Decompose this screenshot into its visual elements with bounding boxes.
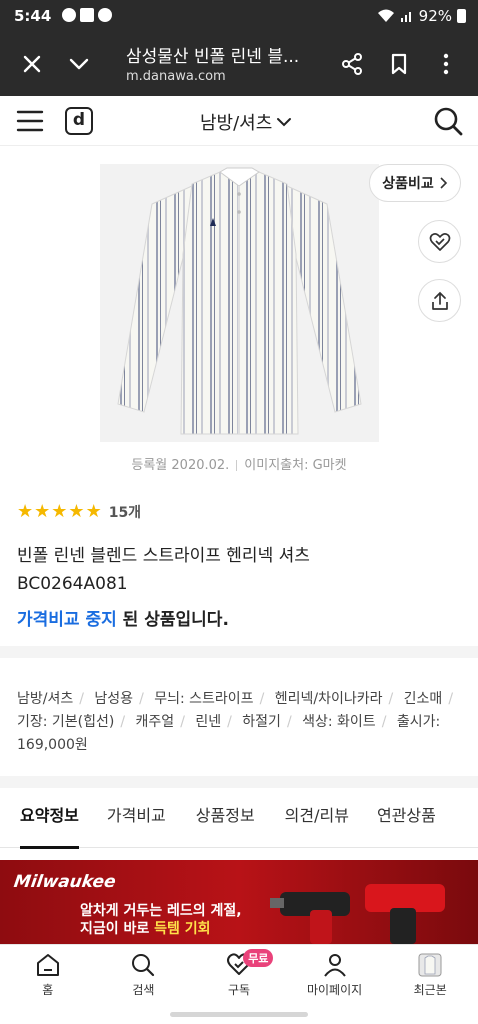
tab-related[interactable]: 연관상품 (377, 790, 436, 848)
image-source: 이미지출처: G마켓 (244, 458, 347, 473)
spec-list: 남방/셔츠 / 남성용 / 무늬: 스트라이프 / 헨리넥/차이나카라 / 긴소매 / 기… (17, 691, 454, 753)
nav-mypage[interactable]: 마이페이지 (287, 945, 383, 1004)
category-label: 남방/셔츠 (200, 113, 273, 134)
spec-item: 헨리넥/차이나카라 (274, 691, 383, 707)
spec-item: 하절기 (242, 714, 281, 730)
image-meta: 등록월 2020.02. 이미지출처: G마켓 (0, 454, 478, 473)
bottom-navigation: 홈 검색 무료 구독 마이페이지 최근본 (0, 944, 478, 1004)
tab-summary[interactable]: 요약정보 (20, 790, 79, 849)
search-icon (132, 954, 155, 977)
compare-label: 상품비교 (382, 176, 434, 192)
wishlist-button[interactable] (418, 220, 461, 263)
tab-price-compare[interactable]: 가격비교 (107, 790, 166, 848)
status-bar: 5:44 92% (0, 0, 478, 32)
more-vertical-icon[interactable] (432, 50, 460, 78)
rating[interactable]: ★ ★ ★ ★ ★ 15개 (17, 502, 141, 522)
nav-recent-label: 최근본 (413, 983, 447, 997)
star-icon: ★ (85, 501, 102, 522)
notification-icons (62, 8, 112, 22)
battery-percent: 92% (418, 7, 452, 25)
spec-item: 무늬: 스트라이프 (154, 691, 254, 707)
recent-thumbnail-icon (418, 953, 442, 977)
product-compare-button[interactable]: 상품비교 (369, 164, 461, 202)
product-image[interactable] (100, 164, 379, 442)
chevron-right-icon (440, 177, 447, 189)
product-model: BC0264A081 (17, 574, 128, 594)
tab-reviews[interactable]: 의견/리뷰 (285, 790, 349, 848)
home-icon (36, 954, 59, 976)
home-indicator[interactable] (170, 1012, 308, 1017)
pay-icon (98, 8, 112, 22)
search-icon[interactable] (432, 104, 464, 138)
product-name-line1: 빈폴 린넨 블렌드 스트라이프 헨리넥 셔츠 (17, 546, 310, 566)
tab-product-info[interactable]: 상품정보 (196, 790, 255, 848)
nav-subscribe[interactable]: 무료 구독 (191, 945, 287, 1004)
power-tool-image (270, 884, 445, 944)
banner-line2-white: 지금이 바로 (80, 921, 155, 937)
review-count: 15개 (108, 505, 142, 521)
product-name: 빈폴 린넨 블렌드 스트라이프 헨리넥 셔츠 BC0264A081 (17, 542, 457, 598)
danawa-logo[interactable]: d (65, 107, 93, 135)
nav-search[interactable]: 검색 (96, 945, 192, 1004)
person-icon (323, 954, 346, 977)
star-icon: ★ (51, 501, 68, 522)
star-icon: ★ (34, 501, 51, 522)
free-badge: 무료 (243, 949, 274, 967)
nav-mypage-label: 마이페이지 (306, 983, 363, 997)
star-icon: ★ (68, 501, 85, 522)
spec-item: 남방/셔츠 (17, 691, 74, 707)
chat-icon (62, 8, 76, 22)
price-stopped-notice: 가격비교 중지 된 상품입니다. (17, 605, 229, 630)
share-icon[interactable] (338, 50, 366, 78)
detail-tabs: 요약정보 가격비교 상품정보 의견/리뷰 연관상품 (0, 790, 478, 849)
browser-page-title: 삼성물산 빈폴 린넨 블... (126, 47, 300, 67)
spec-item: 캐주얼 (135, 714, 175, 730)
close-icon[interactable] (18, 50, 46, 78)
star-icon: ★ (17, 501, 34, 522)
stopped-text: 된 상품입니다. (116, 610, 229, 630)
banner-line2: 지금이 바로 득템 기회 (80, 918, 211, 938)
section-divider (0, 776, 478, 788)
chevron-down-icon[interactable] (65, 50, 93, 78)
browser-url[interactable]: m.danawa.com (126, 69, 226, 84)
image-icon (80, 8, 94, 22)
bookmark-icon[interactable] (385, 50, 413, 78)
status-time: 5:44 (14, 7, 52, 25)
banner-line1: 알차게 거두는 레드의 계절, (80, 903, 242, 919)
nav-recent[interactable]: 최근본 (382, 945, 478, 1004)
spec-item: 린넨 (195, 714, 222, 730)
spec-item: 색상: 화이트 (302, 714, 376, 730)
nav-subscribe-label: 구독 (227, 983, 251, 997)
milwaukee-logo: Milwaukee (12, 872, 118, 892)
spec-item: 기장: 기본(힙선) (17, 714, 115, 730)
banner-line2-yellow: 득템 기회 (154, 921, 211, 937)
register-date: 등록월 2020.02. (131, 458, 230, 473)
wifi-icon (377, 9, 394, 22)
browser-toolbar: 삼성물산 빈폴 린넨 블... m.danawa.com (0, 32, 478, 96)
gesture-bar (0, 1004, 478, 1024)
chevron-down-icon (277, 118, 292, 127)
category-dropdown[interactable]: 남방/셔츠 (200, 109, 292, 135)
shirt-illustration (117, 167, 362, 435)
upload-share-icon (431, 291, 448, 310)
spec-item: 남성용 (94, 691, 134, 707)
share-product-button[interactable] (418, 279, 461, 322)
status-right: 92% (377, 7, 466, 25)
section-divider (0, 646, 478, 658)
stopped-highlight: 가격비교 중지 (17, 610, 117, 630)
ad-banner[interactable]: Milwaukee 알차게 거두는 레드의 계절, 지금이 바로 득템 기회 (0, 860, 478, 944)
hamburger-menu-icon[interactable] (16, 108, 44, 134)
spec-item: 긴소매 (403, 691, 443, 707)
nav-home-label: 홈 (42, 983, 54, 997)
app-header: d 남방/셔츠 (0, 96, 478, 146)
battery-icon (457, 9, 466, 23)
heart-check-icon (429, 232, 450, 251)
signal-icon (400, 12, 411, 22)
nav-search-label: 검색 (132, 983, 155, 997)
nav-home[interactable]: 홈 (0, 945, 96, 1004)
